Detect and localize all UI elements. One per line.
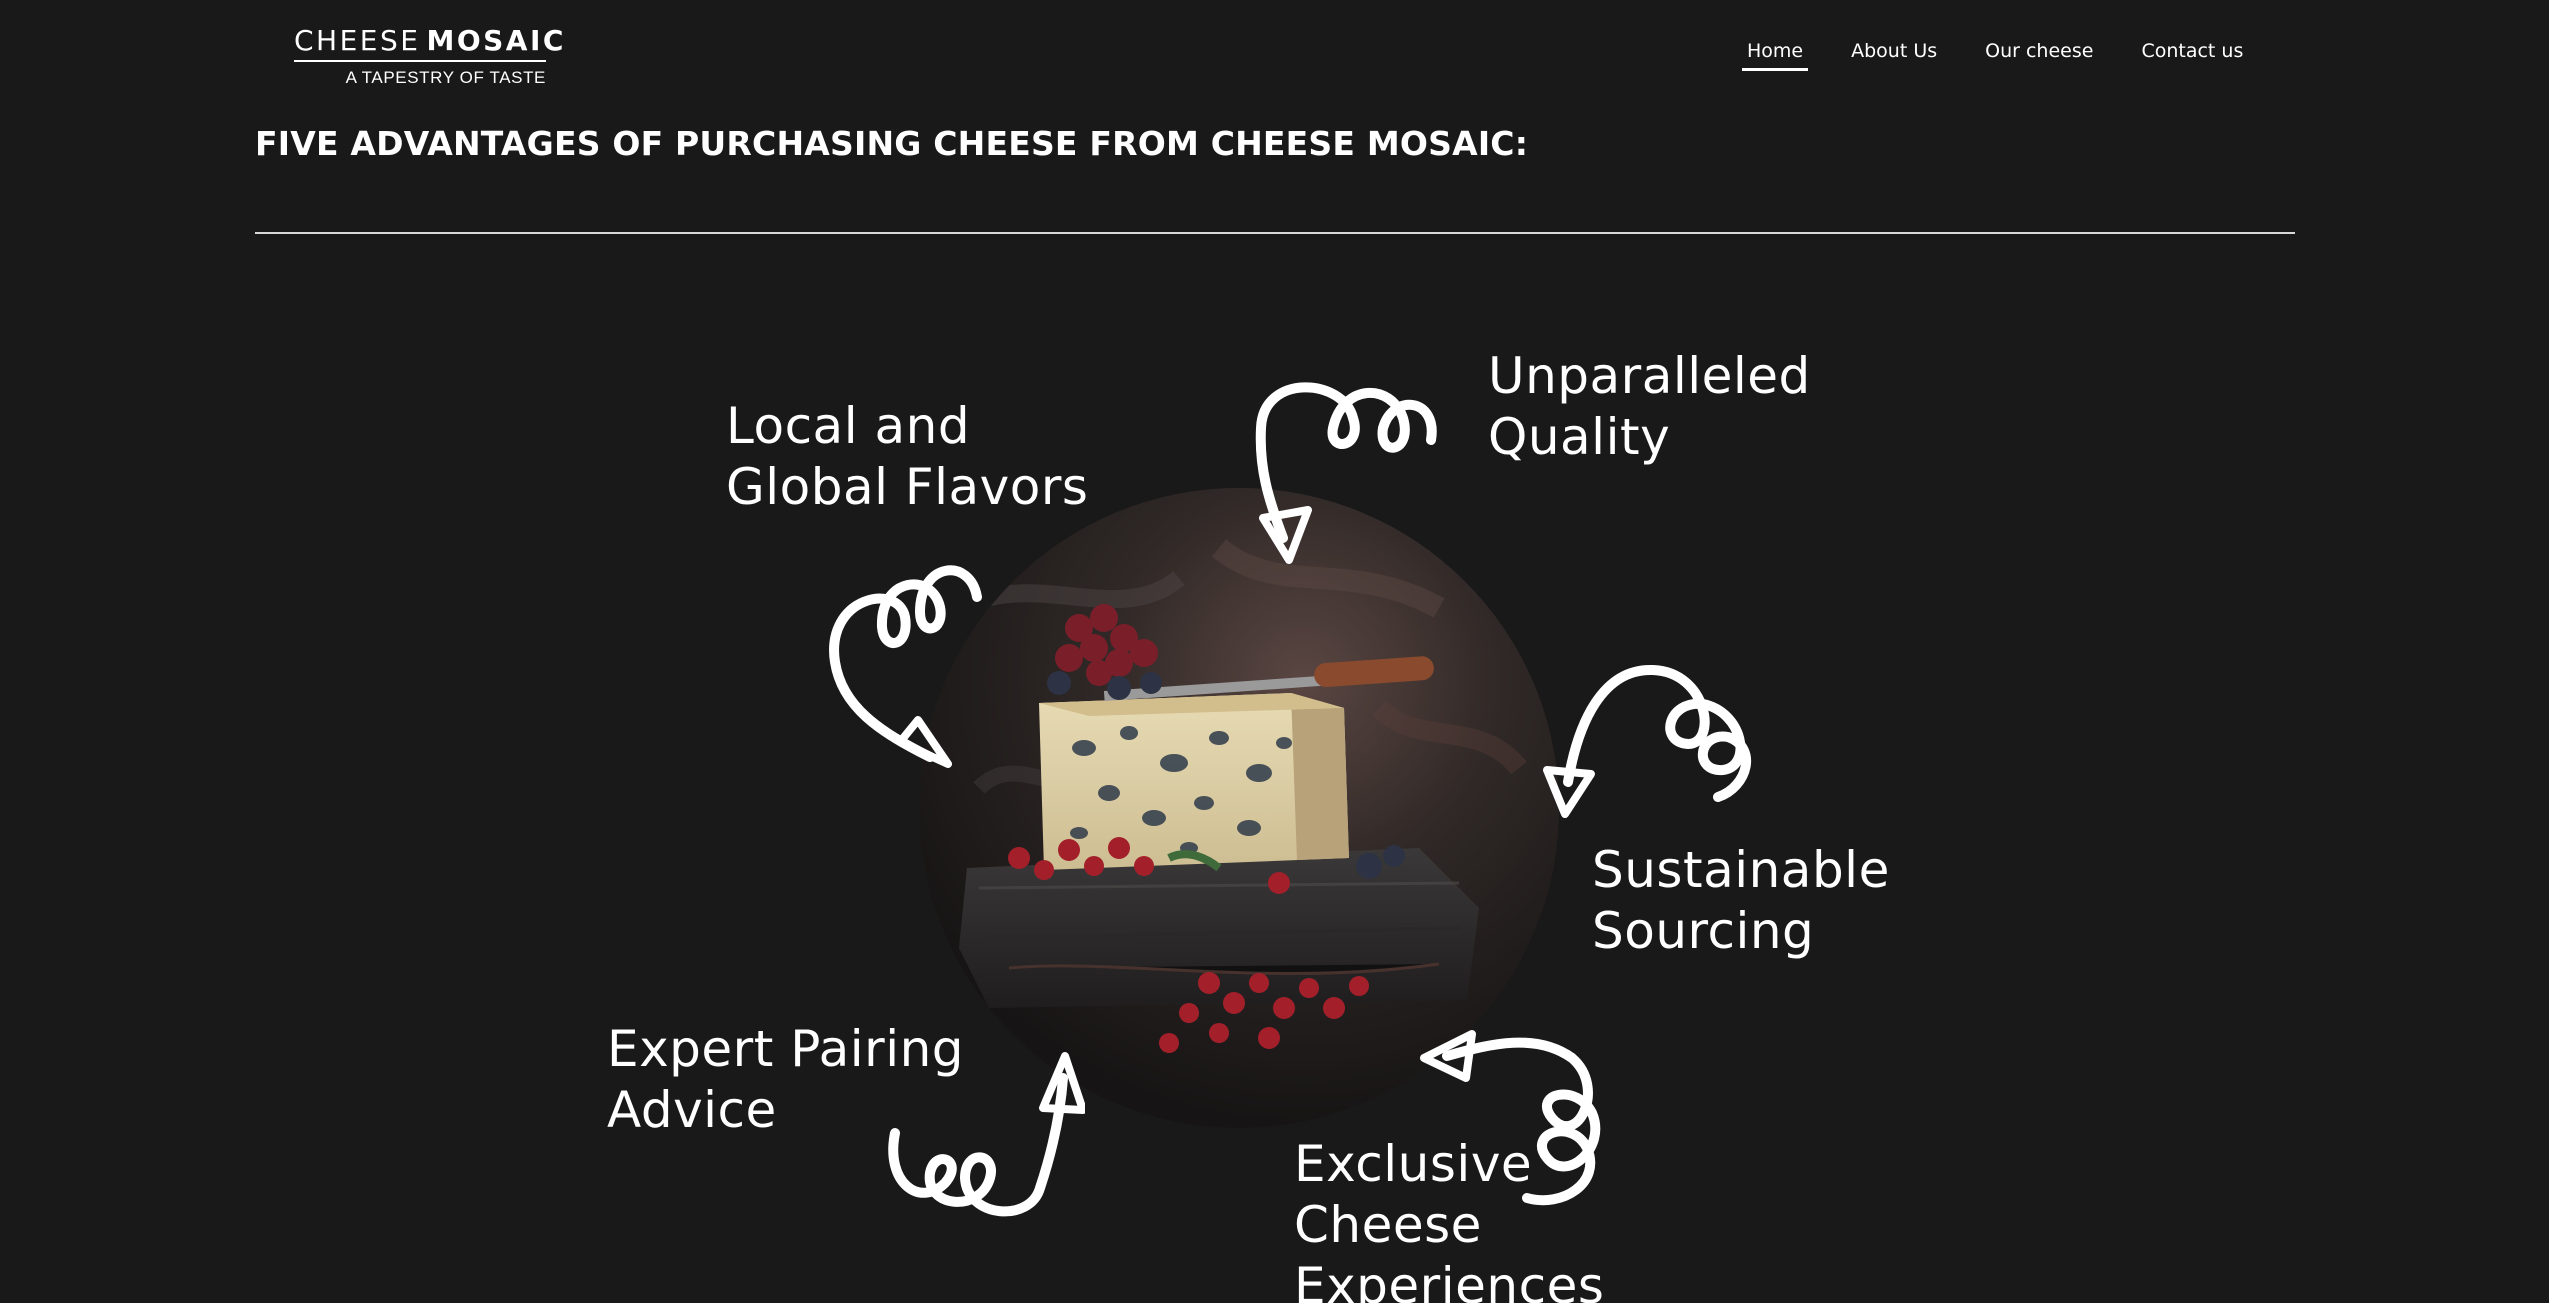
- logo-word-cheese: CHEESE: [294, 24, 421, 57]
- main-nav: Home About Us Our cheese Contact us: [1742, 40, 2248, 71]
- curly-arrow-icon: [1543, 664, 1751, 818]
- nav-our-cheese[interactable]: Our cheese: [1980, 40, 2098, 71]
- section-title: FIVE ADVANTAGES OF PURCHASING CHEESE FRO…: [255, 124, 1529, 163]
- advantage-exclusive-cheese-experiences: Exclusive Cheese Experiences: [1294, 1135, 1605, 1303]
- advantage-sustainable-sourcing: Sustainable Sourcing: [1592, 841, 1890, 960]
- site-logo[interactable]: CHEESE MOSAIC A TAPESTRY OF TASTE: [294, 24, 563, 88]
- curly-arrow-icon: [1255, 382, 1437, 564]
- nav-about-us[interactable]: About Us: [1846, 40, 1942, 71]
- section-divider: [255, 232, 2295, 234]
- advantage-expert-pairing-advice: Expert Pairing Advice: [607, 1020, 965, 1139]
- nav-contact-us[interactable]: Contact us: [2136, 40, 2248, 71]
- advantage-unparalleled-quality: Unparalleled Quality: [1488, 347, 1811, 466]
- logo-wordmark: CHEESE MOSAIC: [294, 24, 563, 62]
- curly-arrow-icon: [829, 565, 982, 768]
- nav-home[interactable]: Home: [1742, 40, 1809, 71]
- advantage-local-global-flavors: Local and Global Flavors: [726, 397, 1089, 516]
- page: CHEESE MOSAIC A TAPESTRY OF TASTE Home Ab…: [0, 0, 2549, 1303]
- logo-tagline: A TAPESTRY OF TASTE: [345, 68, 546, 87]
- logo-word-mosaic: MOSAIC: [426, 24, 566, 57]
